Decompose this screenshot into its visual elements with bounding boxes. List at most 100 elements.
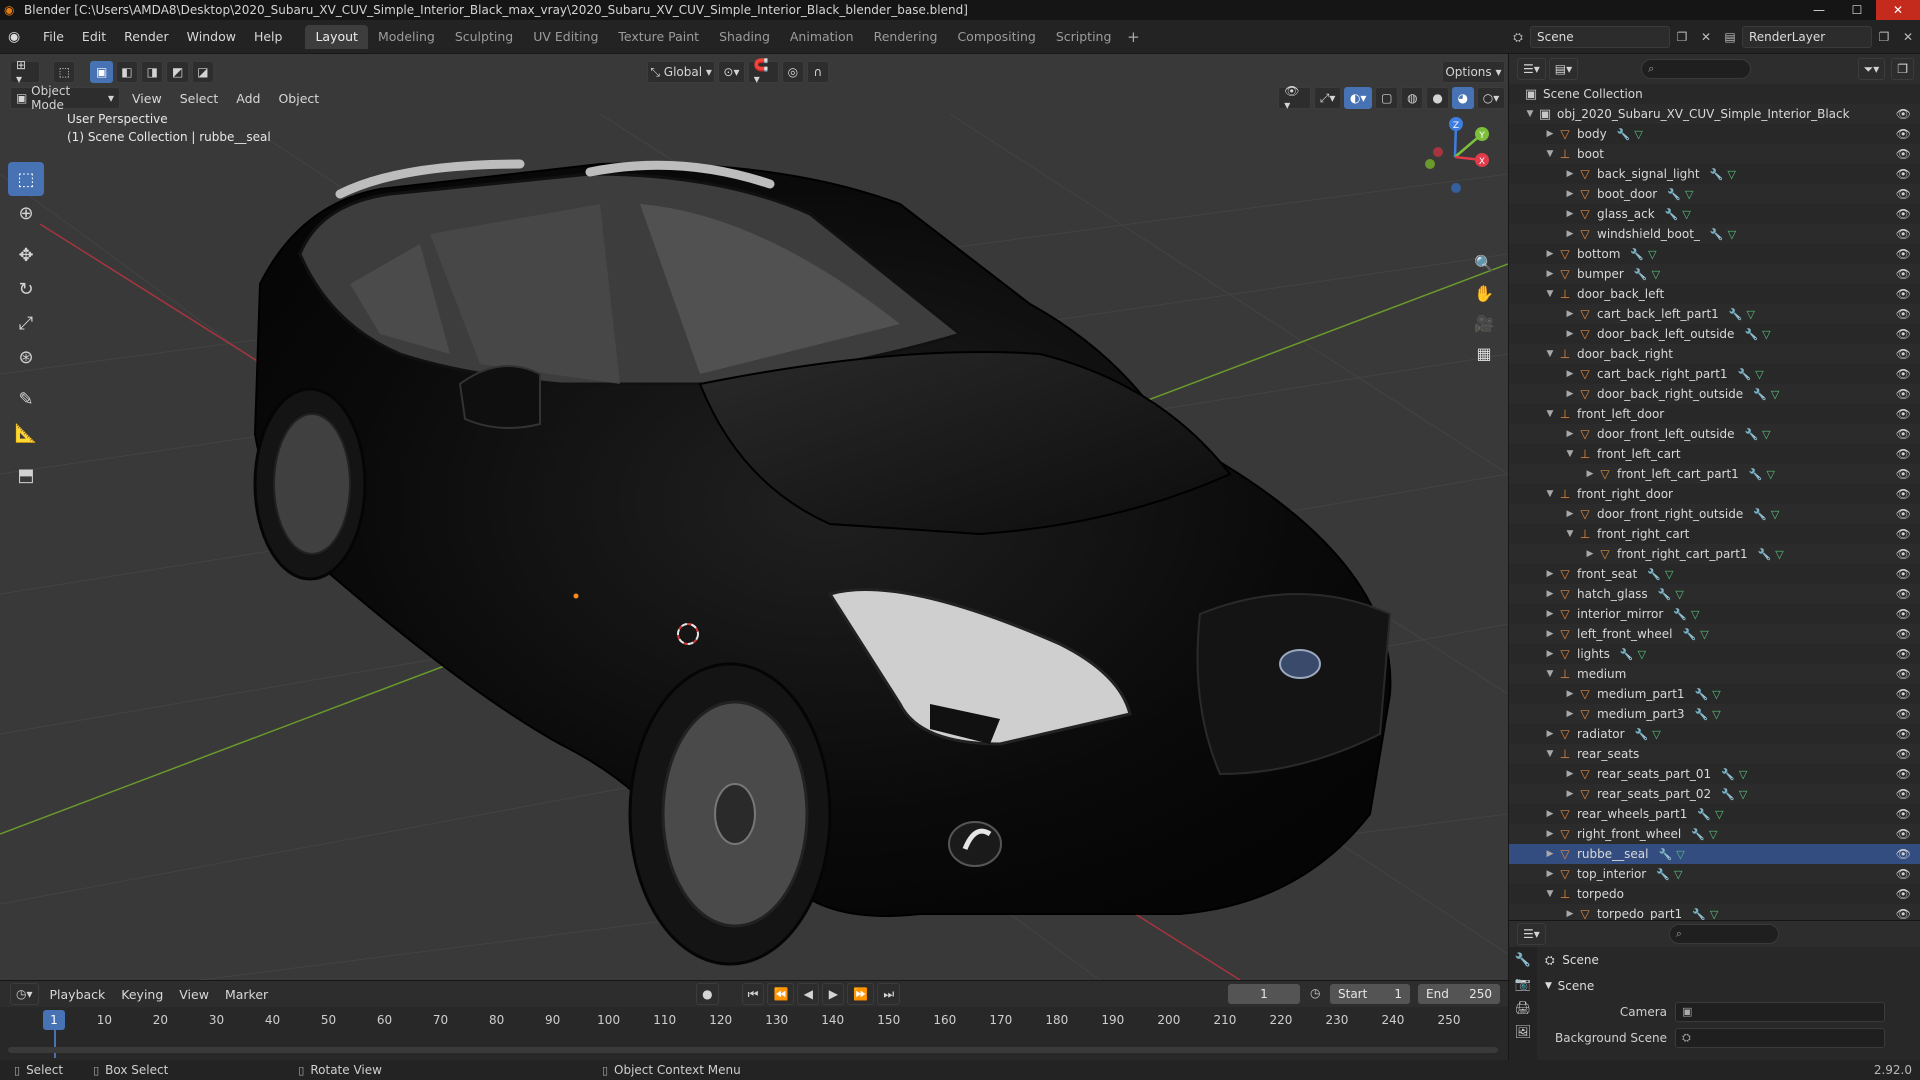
tab-compositing[interactable]: Compositing bbox=[947, 25, 1045, 49]
delete-scene-icon[interactable]: ✕ bbox=[1694, 26, 1718, 48]
scene-field[interactable]: Scene bbox=[1530, 26, 1670, 48]
jump-start-icon[interactable]: ⏮ bbox=[741, 983, 765, 1005]
current-frame-field[interactable]: 1 bbox=[1228, 984, 1300, 1004]
play-reverse-icon[interactable]: ◀ bbox=[797, 983, 820, 1005]
outliner-row-hatch-glass[interactable]: ▶ ▽ hatch_glass 🔧 ▽ 👁 bbox=[1509, 584, 1920, 604]
mesh-data-icon[interactable]: ▽ bbox=[1728, 228, 1736, 241]
mesh-data-icon[interactable]: ▽ bbox=[1652, 268, 1660, 281]
modifier-wrench-icon[interactable]: 🔧 bbox=[1647, 568, 1661, 581]
menu-help[interactable]: Help bbox=[245, 20, 292, 54]
expand-arrow-icon[interactable]: ▶ bbox=[1543, 129, 1557, 139]
properties-editor-type-icon[interactable]: ☰▾ bbox=[1517, 923, 1546, 945]
modifier-wrench-icon[interactable]: 🔧 bbox=[1721, 768, 1735, 781]
gizmo-toggle-icon[interactable]: ⤢▾ bbox=[1313, 87, 1342, 109]
mesh-data-icon[interactable]: ▽ bbox=[1674, 868, 1682, 881]
visibility-eye-icon[interactable]: 👁 bbox=[1896, 707, 1911, 721]
modifier-wrench-icon[interactable]: 🔧 bbox=[1635, 728, 1649, 741]
viewport-menu-object[interactable]: Object bbox=[269, 91, 328, 106]
jump-next-keyframe-icon[interactable]: ⏩ bbox=[847, 983, 875, 1005]
modifier-wrench-icon[interactable]: 🔧 bbox=[1729, 308, 1743, 321]
modifier-wrench-icon[interactable]: 🔧 bbox=[1673, 608, 1687, 621]
outliner-row-door-back-right-outside[interactable]: ▶ ▽ door_back_right_outside 🔧 ▽ 👁 bbox=[1509, 384, 1920, 404]
maximize-icon[interactable]: ☐ bbox=[1838, 0, 1876, 20]
timeline-menu-keying[interactable]: Keying bbox=[113, 987, 171, 1002]
visibility-eye-icon[interactable]: 👁 bbox=[1896, 227, 1911, 241]
visibility-eye-icon[interactable]: 👁 bbox=[1896, 467, 1911, 481]
visibility-eye-icon[interactable]: 👁 bbox=[1896, 207, 1911, 221]
timeline-menu-playback[interactable]: Playback bbox=[42, 987, 114, 1002]
outliner-row-front-left-door[interactable]: ▼ ⊥ front_left_door 👁 bbox=[1509, 404, 1920, 424]
outliner-row-cart-back-left-part1[interactable]: ▶ ▽ cart_back_left_part1 🔧 ▽ 👁 bbox=[1509, 304, 1920, 324]
select-box-icon[interactable]: ⬚ bbox=[8, 162, 44, 196]
expand-arrow-icon[interactable]: ▶ bbox=[1543, 809, 1557, 819]
close-icon[interactable]: ✕ bbox=[1876, 0, 1920, 20]
expand-arrow-icon[interactable]: ▼ bbox=[1523, 109, 1537, 119]
display-mode-icon[interactable]: ▤▾ bbox=[1548, 58, 1579, 80]
tab-uv-editing[interactable]: UV Editing bbox=[523, 25, 608, 49]
wireframe-shading-icon[interactable]: ◍ bbox=[1401, 87, 1424, 109]
jump-prev-keyframe-icon[interactable]: ⏪ bbox=[767, 983, 795, 1005]
tab-rendering[interactable]: Rendering bbox=[864, 25, 948, 49]
visibility-eye-icon[interactable]: 👁 bbox=[1896, 267, 1911, 281]
mesh-data-icon[interactable]: ▽ bbox=[1739, 768, 1747, 781]
object-mode-dropdown[interactable]: ▣ Object Mode ▾ bbox=[10, 84, 121, 112]
mesh-data-icon[interactable]: ▽ bbox=[1762, 428, 1770, 441]
outliner-row-obj-2020-Subaru-XV-CUV-Simple-Interior-Black[interactable]: ▼ ▣ obj_2020_Subaru_XV_CUV_Simple_Interior… bbox=[1509, 104, 1920, 124]
menu-render[interactable]: Render bbox=[115, 20, 178, 54]
expand-arrow-icon[interactable]: ▶ bbox=[1543, 609, 1557, 619]
menu-file[interactable]: File bbox=[34, 20, 73, 54]
orientation-dropdown[interactable]: ⤡ Global ▾ bbox=[647, 61, 716, 83]
material-shading-icon[interactable]: ◕ bbox=[1451, 87, 1474, 109]
mesh-data-icon[interactable]: ▽ bbox=[1712, 688, 1720, 701]
visibility-eye-icon[interactable]: 👁 bbox=[1896, 787, 1911, 801]
modifier-wrench-icon[interactable]: 🔧 bbox=[1710, 168, 1724, 181]
visibility-eye-icon[interactable]: 👁 bbox=[1896, 287, 1911, 301]
timeline-menu-view[interactable]: View bbox=[171, 987, 217, 1002]
outliner-row-glass-ack[interactable]: ▶ ▽ glass_ack 🔧 ▽ 👁 bbox=[1509, 204, 1920, 224]
mesh-data-icon[interactable]: ▽ bbox=[1676, 848, 1684, 861]
visibility-eye-icon[interactable]: 👁 bbox=[1896, 827, 1911, 841]
output-tab-icon[interactable]: 🖨 bbox=[1515, 1001, 1532, 1025]
add-cube-tool-icon[interactable]: ⬒ bbox=[8, 458, 44, 492]
measure-tool-icon[interactable]: 📐 bbox=[8, 416, 44, 450]
expand-arrow-icon[interactable]: ▶ bbox=[1543, 629, 1557, 639]
visibility-eye-icon[interactable]: 👁 bbox=[1896, 127, 1911, 141]
modifier-wrench-icon[interactable]: 🔧 bbox=[1630, 248, 1644, 261]
tab-sculpting[interactable]: Sculpting bbox=[445, 25, 523, 49]
outliner-row-door-back-left[interactable]: ▼ ⊥ door_back_left 👁 bbox=[1509, 284, 1920, 304]
render-layer-icon[interactable]: ▤ bbox=[1718, 26, 1742, 48]
outliner-row-rear-wheels-part1[interactable]: ▶ ▽ rear_wheels_part1 🔧 ▽ 👁 bbox=[1509, 804, 1920, 824]
expand-arrow-icon[interactable]: ▶ bbox=[1543, 649, 1557, 659]
modifier-wrench-icon[interactable]: 🔧 bbox=[1617, 128, 1631, 141]
tab-animation[interactable]: Animation bbox=[780, 25, 864, 49]
modifier-wrench-icon[interactable]: 🔧 bbox=[1656, 868, 1670, 881]
modifier-wrench-icon[interactable]: 🔧 bbox=[1744, 328, 1758, 341]
select-mode-extend-icon[interactable]: ◧ bbox=[115, 61, 139, 83]
render-layer-field[interactable]: RenderLayer bbox=[1742, 26, 1872, 48]
mesh-data-icon[interactable]: ▽ bbox=[1665, 568, 1673, 581]
mesh-data-icon[interactable]: ▽ bbox=[1648, 248, 1656, 261]
scene-collection-row[interactable]: ▣ Scene Collection bbox=[1509, 84, 1920, 104]
expand-arrow-icon[interactable]: ▶ bbox=[1563, 909, 1577, 919]
jump-end-icon[interactable]: ⏭ bbox=[877, 983, 901, 1005]
mesh-data-icon[interactable]: ▽ bbox=[1755, 368, 1763, 381]
outliner-row-boot[interactable]: ▼ ⊥ boot 👁 bbox=[1509, 144, 1920, 164]
select-mode-new-icon[interactable]: ▣ bbox=[90, 61, 113, 83]
expand-arrow-icon[interactable]: ▼ bbox=[1543, 349, 1557, 359]
tab-modeling[interactable]: Modeling bbox=[368, 25, 445, 49]
outliner-row-bottom[interactable]: ▶ ▽ bottom 🔧 ▽ 👁 bbox=[1509, 244, 1920, 264]
proportional-edit-icon[interactable]: ◎ bbox=[781, 61, 804, 83]
outliner-editor-type-icon[interactable]: ☰▾ bbox=[1517, 58, 1546, 80]
modifier-wrench-icon[interactable]: 🔧 bbox=[1683, 628, 1697, 641]
mesh-data-icon[interactable]: ▽ bbox=[1710, 908, 1718, 921]
modifier-wrench-icon[interactable]: 🔧 bbox=[1695, 708, 1709, 721]
mesh-data-icon[interactable]: ▽ bbox=[1638, 648, 1646, 661]
expand-arrow-icon[interactable]: ▶ bbox=[1583, 549, 1597, 559]
scale-tool-icon[interactable]: ⤢ bbox=[8, 306, 44, 340]
menu-window[interactable]: Window bbox=[178, 20, 245, 54]
expand-arrow-icon[interactable]: ▶ bbox=[1563, 209, 1577, 219]
outliner-row-front-right-door[interactable]: ▼ ⊥ front_right_door 👁 bbox=[1509, 484, 1920, 504]
outliner-row-front-right-cart-part1[interactable]: ▶ ▽ front_right_cart_part1 🔧 ▽ 👁 bbox=[1509, 544, 1920, 564]
modifier-wrench-icon[interactable]: 🔧 bbox=[1692, 908, 1706, 921]
visibility-eye-icon[interactable]: 👁 bbox=[1896, 627, 1911, 641]
